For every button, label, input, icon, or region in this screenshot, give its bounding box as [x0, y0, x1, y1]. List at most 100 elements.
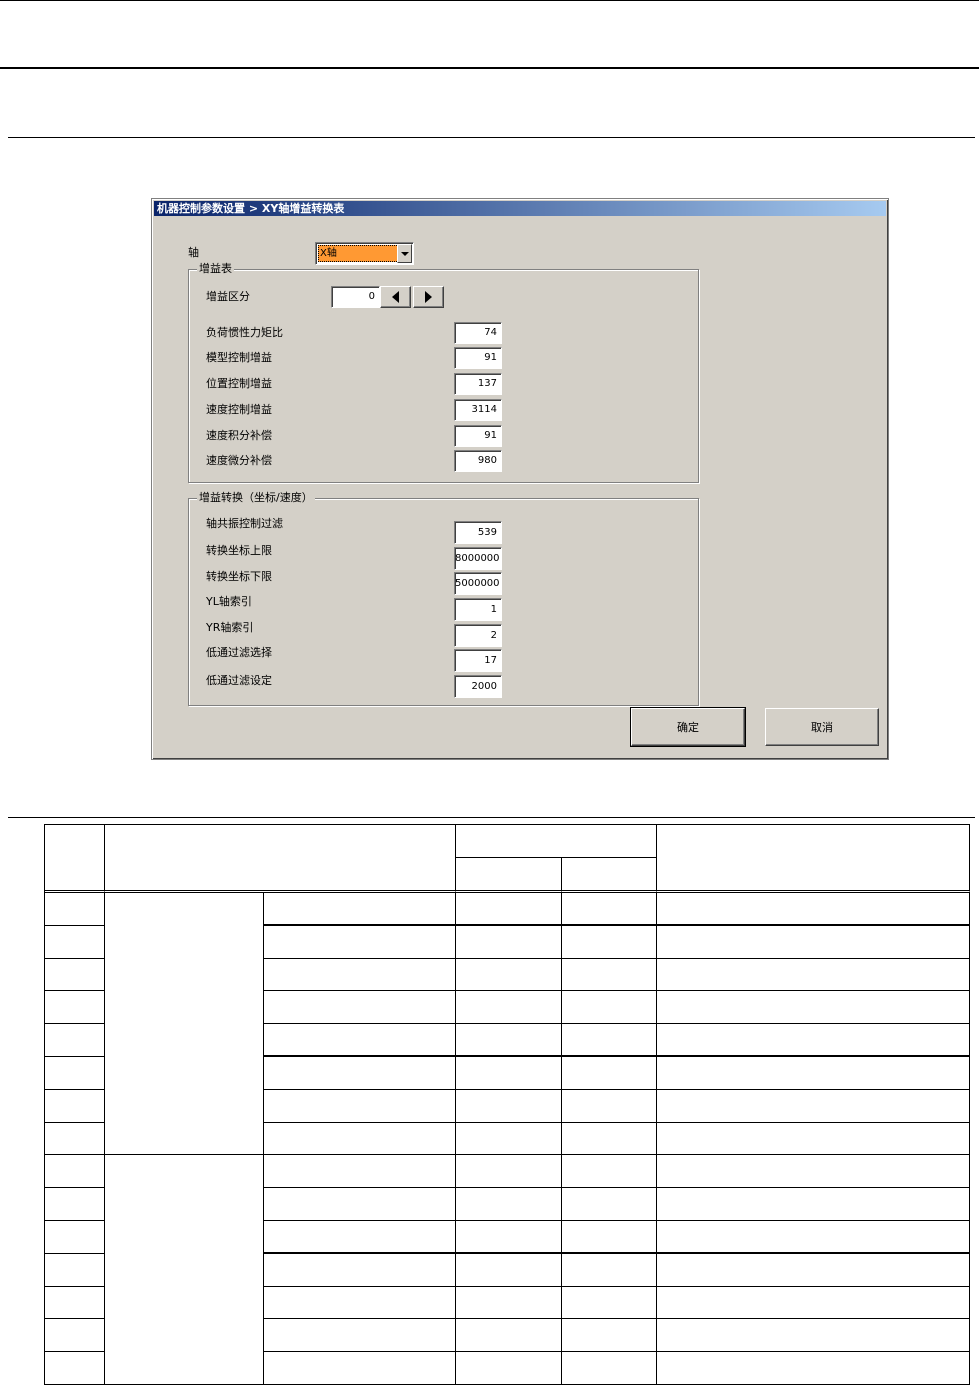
speed-integral-comp-input[interactable]: 91: [454, 425, 502, 447]
coord-lower-limit-label: 转换坐标下限: [206, 570, 272, 583]
table-cell: [657, 925, 970, 959]
table-cell: [264, 1024, 456, 1057]
gain-conversion-group: 增益转换（坐标/速度） 轴共振控制过滤 539 转换坐标上限 8000000 转…: [188, 491, 699, 706]
table-cell: [562, 991, 657, 1025]
table-cell: [456, 925, 562, 959]
model-control-gain-input[interactable]: 91: [454, 347, 502, 369]
table-cell: [562, 1122, 657, 1156]
table-cell: [264, 1122, 456, 1156]
gain-division-label: 增益区分: [206, 290, 250, 303]
gain-table-group: 增益表 增益区分 0 负荷惯性力矩比 74 模型控制增益 91 位置控制增益 1…: [188, 262, 699, 483]
table-cell: [456, 991, 562, 1025]
table-cell: [657, 1286, 970, 1320]
speed-control-gain-input[interactable]: 3114: [454, 399, 502, 421]
table-header-cell: [456, 858, 562, 893]
ok-button[interactable]: 确定: [630, 707, 746, 747]
table-cell: [456, 1122, 562, 1156]
chevron-down-icon: [400, 251, 409, 256]
table-cell: [456, 1220, 562, 1254]
table-cell: [45, 893, 105, 926]
table-cell: [264, 1089, 456, 1123]
load-inertia-ratio-label: 负荷惯性力矩比: [206, 326, 283, 339]
table-header-cell: [45, 825, 105, 893]
table-cell: [562, 1352, 657, 1385]
axis-select[interactable]: X轴: [315, 242, 414, 265]
left-arrow-icon: [392, 291, 399, 303]
table-cell: [456, 1024, 562, 1057]
table-cell: [456, 958, 562, 992]
table-cell: [657, 958, 970, 992]
table-cell: [456, 1056, 562, 1090]
parameter-table: [44, 824, 970, 1385]
table-cell: [45, 991, 105, 1025]
table-cell: [562, 1319, 657, 1353]
resonance-filter-input[interactable]: 539: [454, 521, 502, 544]
yr-axis-index-label: YR轴索引: [206, 621, 254, 634]
axis-select-value[interactable]: X轴: [318, 245, 401, 262]
table-cell: [562, 1024, 657, 1057]
table-cell: [456, 1089, 562, 1123]
table-header-cell: [456, 825, 657, 858]
speed-integral-comp-label: 速度积分补偿: [206, 429, 272, 442]
yr-axis-index-input[interactable]: 2: [454, 624, 502, 647]
table-header-cell: [105, 825, 456, 893]
table-cell: [657, 1253, 970, 1287]
lowpass-setting-label: 低通过滤设定: [206, 674, 272, 687]
table-cell: [562, 925, 657, 959]
coord-lower-limit-input[interactable]: 5000000: [454, 572, 502, 595]
table-cell: [264, 893, 456, 926]
speed-derivative-comp-input[interactable]: 980: [454, 450, 502, 472]
table-cell: [657, 1319, 970, 1353]
table-cell: [264, 1253, 456, 1287]
table-cell: [45, 1089, 105, 1123]
table-cell: [264, 1188, 456, 1221]
table-cell: [657, 1352, 970, 1385]
gain-division-input[interactable]: 0: [331, 286, 380, 308]
table-cell: [657, 1155, 970, 1189]
table-cell: [45, 1253, 105, 1287]
position-control-gain-label: 位置控制增益: [206, 377, 272, 390]
table-cell: [264, 1155, 456, 1189]
gain-conversion-legend: 增益转换（坐标/速度）: [197, 491, 315, 505]
table-cell: [45, 1352, 105, 1385]
coord-upper-limit-input[interactable]: 8000000: [454, 547, 502, 570]
table-cell: [456, 1286, 562, 1320]
table-cell: [562, 1155, 657, 1189]
table-cell: [45, 1286, 105, 1320]
table-cell: [264, 958, 456, 992]
table-cell: [45, 958, 105, 992]
table-cell: [456, 1155, 562, 1189]
top-edge-rule: [0, 0, 979, 1]
speed-control-gain-label: 速度控制增益: [206, 403, 272, 416]
table-cell: [264, 925, 456, 959]
dialog-title: 机器控制参数设置 > XY轴增益转换表: [154, 201, 886, 216]
yl-axis-index-input[interactable]: 1: [454, 598, 502, 621]
gain-division-increment-button[interactable]: [413, 286, 444, 308]
table-cell: [264, 991, 456, 1025]
load-inertia-ratio-input[interactable]: 74: [454, 322, 502, 344]
gain-division-decrement-button[interactable]: [380, 286, 411, 308]
table-cell: [562, 1188, 657, 1221]
table-cell: [562, 1220, 657, 1254]
section-rule-bottom: [8, 817, 975, 818]
lowpass-setting-input[interactable]: 2000: [454, 675, 502, 698]
table-header-cell: [657, 825, 970, 893]
speed-derivative-comp-label: 速度微分补偿: [206, 454, 272, 467]
axis-select-button[interactable]: [397, 244, 412, 263]
table-cell: [657, 1024, 970, 1057]
gain-table-legend: 增益表: [197, 262, 234, 276]
lowpass-select-input[interactable]: 17: [454, 649, 502, 672]
table-cell: [562, 1253, 657, 1287]
table-cell: [264, 1056, 456, 1090]
table-cell: [562, 1286, 657, 1320]
table-cell: [264, 1220, 456, 1254]
table-cell: [264, 1319, 456, 1353]
table-cell: [45, 1056, 105, 1090]
table-cell: [456, 1253, 562, 1287]
table-cell: [657, 1089, 970, 1123]
table-cell: [45, 1220, 105, 1254]
table-cell: [264, 1352, 456, 1385]
cancel-button[interactable]: 取消: [765, 708, 879, 746]
table-cell: [45, 1188, 105, 1221]
position-control-gain-input[interactable]: 137: [454, 373, 502, 395]
